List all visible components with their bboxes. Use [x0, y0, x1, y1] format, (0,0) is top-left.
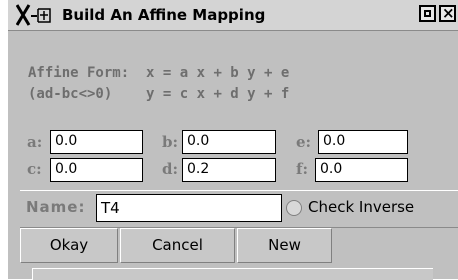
param-a-label: a: — [27, 133, 43, 151]
param-a-field[interactable]: 0.0 — [50, 130, 143, 154]
bottom-panel-edge — [32, 268, 433, 280]
maximize-icon[interactable] — [419, 5, 436, 22]
determinant-condition: (ad-bc<>0) — [28, 86, 113, 102]
okay-button[interactable]: Okay — [20, 228, 118, 263]
new-button[interactable]: New — [237, 228, 332, 263]
close-icon: × — [442, 4, 455, 22]
param-f-label: f: — [296, 160, 308, 178]
param-e-label: e: — [296, 133, 312, 151]
param-f-field[interactable]: 0.0 — [315, 158, 408, 182]
param-b-field[interactable]: 0.0 — [182, 130, 276, 154]
param-c-label: c: — [27, 160, 42, 178]
name-label: Name: — [26, 198, 86, 216]
close-button[interactable]: × — [439, 4, 456, 22]
x-window-icon[interactable] — [16, 3, 56, 27]
window-title: Build An Affine Mapping — [62, 6, 266, 24]
title-bar[interactable]: Build An Affine Mapping × — [8, 0, 458, 31]
param-b-label: b: — [162, 133, 179, 151]
y-equation: y = c x + d y + f — [146, 86, 290, 102]
check-inverse-label[interactable]: Check Inverse — [308, 198, 414, 216]
cancel-button[interactable]: Cancel — [120, 228, 235, 263]
param-e-field[interactable]: 0.0 — [318, 130, 408, 154]
name-field[interactable]: T4 — [96, 194, 282, 222]
check-inverse-radio[interactable] — [286, 200, 302, 216]
affine-form-label: Affine Form: — [28, 65, 130, 81]
param-c-field[interactable]: 0.0 — [50, 158, 143, 182]
param-d-label: d: — [162, 160, 179, 178]
affine-form-line1: Affine Form: x = a x + b y + e — [28, 65, 289, 81]
param-d-field[interactable]: 0.2 — [182, 158, 276, 182]
affine-mapping-window: Build An Affine Mapping × Affine Form: x… — [8, 0, 458, 280]
affine-form-line2: (ad-bc<>0) y = c x + d y + f — [28, 86, 289, 102]
x-equation: x = a x + b y + e — [146, 65, 290, 81]
